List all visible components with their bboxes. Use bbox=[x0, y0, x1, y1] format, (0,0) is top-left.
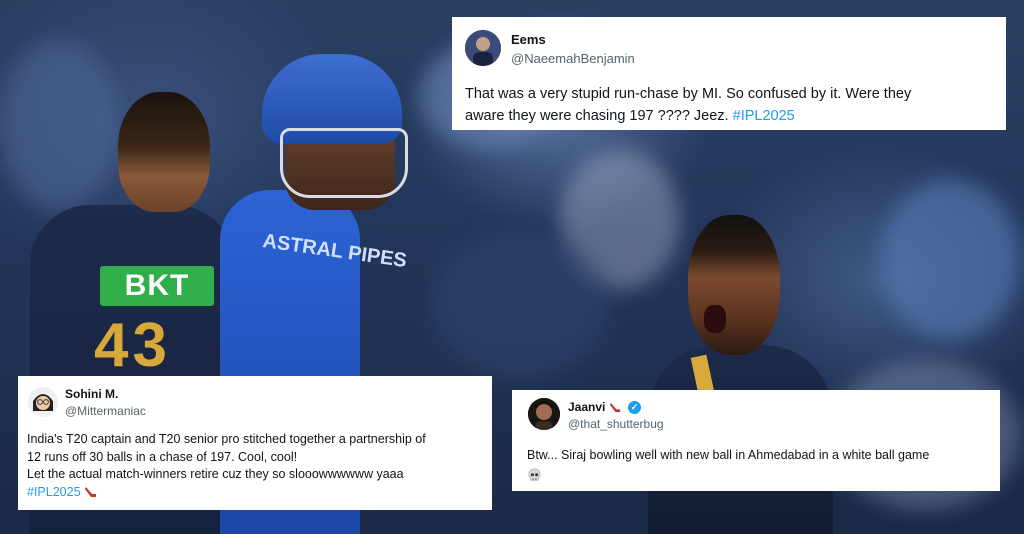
user-handle[interactable]: @NaeemahBenjamin bbox=[511, 51, 635, 66]
avatar[interactable] bbox=[465, 30, 501, 66]
tweet-text: Btw... Siraj bowling well with new ball … bbox=[527, 445, 997, 485]
jersey-number: 43 bbox=[94, 311, 171, 380]
display-name[interactable]: Sohini M. bbox=[65, 387, 118, 401]
hashtag-link[interactable]: #IPL2025 bbox=[27, 485, 81, 499]
profile-photo-icon bbox=[465, 30, 501, 66]
avatar[interactable] bbox=[528, 398, 560, 430]
ice-hockey-stick-emoji bbox=[85, 487, 97, 498]
celebration-mouth bbox=[704, 305, 726, 333]
skull-emoji bbox=[528, 468, 541, 481]
hashtag-link[interactable]: #IPL2025 bbox=[733, 108, 795, 124]
helmet-grill bbox=[280, 128, 408, 198]
tweet-line-text: aware they were chasing 197 ???? Jeez. bbox=[465, 108, 729, 124]
cartoon-avatar-icon bbox=[28, 387, 58, 417]
tweet-line: Let the actual match-winners retire cuz … bbox=[27, 467, 404, 481]
jersey-sponsor-logo: BKT bbox=[100, 266, 214, 306]
display-name[interactable]: Jaanvi ✓ bbox=[568, 400, 642, 415]
tweet-text: India's T20 captain and T20 senior pro s… bbox=[27, 431, 487, 501]
ice-hockey-stick-emoji bbox=[609, 403, 620, 413]
tweet-line bbox=[527, 465, 997, 485]
tweet-card-sohini[interactable]: Sohini M. @Mittermaniac India's T20 capt… bbox=[18, 376, 492, 510]
profile-photo-icon bbox=[528, 398, 560, 430]
avatar[interactable] bbox=[28, 387, 58, 417]
tweet-line: That was a very stupid run-chase by MI. … bbox=[465, 86, 912, 102]
tweet-card-jaanvi[interactable]: Jaanvi ✓ @that_shutterbug Btw... Siraj b… bbox=[512, 390, 1000, 491]
user-handle[interactable]: @Mittermaniac bbox=[65, 404, 146, 418]
user-handle[interactable]: @that_shutterbug bbox=[568, 417, 664, 431]
tweet-card-eems[interactable]: Eems @NaeemahBenjamin That was a very st… bbox=[452, 17, 1006, 130]
tweet-line: #IPL2025 bbox=[27, 484, 487, 502]
tweet-line: aware they were chasing 197 ???? Jeez. #… bbox=[465, 105, 995, 127]
tweet-line: India's T20 captain and T20 senior pro s… bbox=[27, 432, 426, 446]
display-name-text: Jaanvi bbox=[568, 400, 606, 414]
verified-badge-icon: ✓ bbox=[628, 401, 642, 415]
tweet-text: That was a very stupid run-chase by MI. … bbox=[465, 83, 995, 127]
tweet-line: Btw... Siraj bowling well with new ball … bbox=[527, 448, 930, 462]
gujarat-player-head bbox=[118, 92, 210, 212]
siraj-head bbox=[688, 215, 780, 355]
tweet-line: 12 runs off 30 balls in a chase of 197. … bbox=[27, 449, 298, 464]
display-name[interactable]: Eems bbox=[511, 32, 546, 47]
